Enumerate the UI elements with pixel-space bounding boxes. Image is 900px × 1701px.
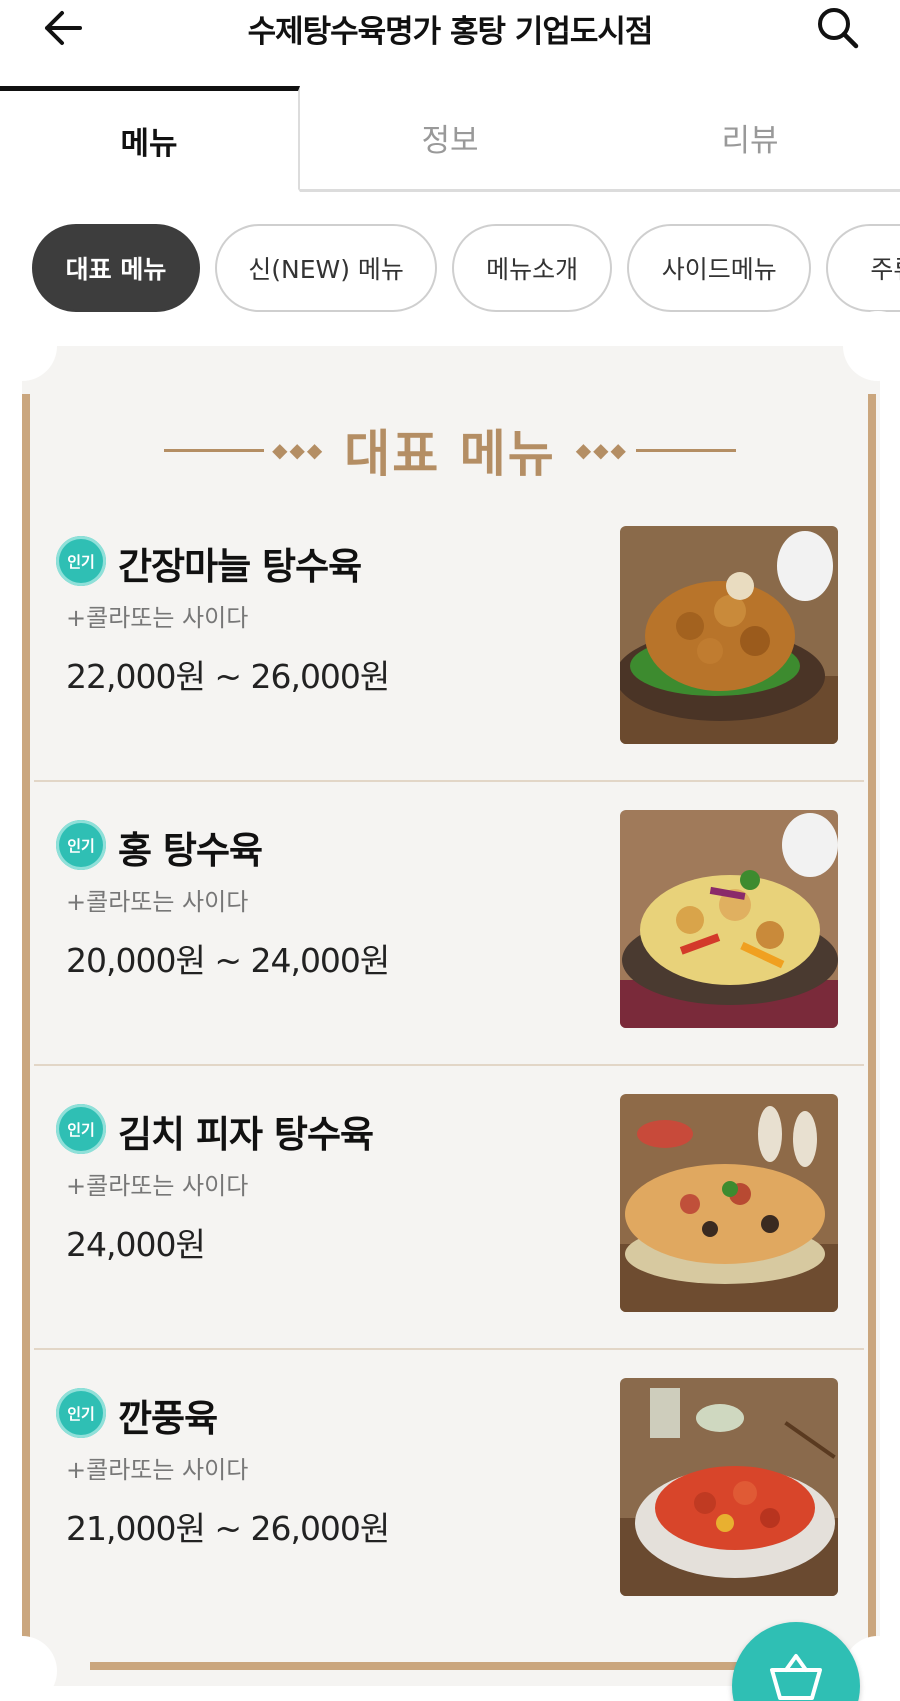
arrow-left-icon — [45, 11, 82, 45]
menu-item-name: 간장마늘 탕수육 — [118, 545, 362, 588]
menu-item-name: 김치 피자 탕수육 — [118, 1113, 374, 1156]
menu-item-price: 22,000원 ~ 26,000원 — [66, 657, 390, 696]
menu-item[interactable]: 인기 깐풍육 +콜라또는 사이다 21,000원 ~ 26,000원 — [34, 1378, 864, 1662]
back-button[interactable] — [34, 2, 90, 54]
frame-border-right — [868, 394, 876, 1664]
menu-item-photo — [620, 1378, 838, 1596]
decorative-diamonds: ◆◆◆ — [272, 438, 325, 462]
page-title: 수제탕수육명가 홍탕 기업도시점 — [247, 14, 654, 50]
menu-item-description: +콜라또는 사이다 — [66, 1456, 249, 1484]
frame-border-bottom — [90, 1662, 802, 1670]
item-divider — [34, 1064, 864, 1066]
decorative-line — [164, 448, 265, 452]
app-header: 수제탕수육명가 홍탕 기업도시점 — [0, 0, 900, 64]
tab-reviews[interactable]: 리뷰 — [600, 86, 900, 189]
menu-item-description: +콜라또는 사이다 — [66, 1172, 249, 1200]
chip-new-menu[interactable]: 신(NEW) 메뉴 — [215, 224, 438, 312]
menu-item[interactable]: 인기 홍 탕수육 +콜라또는 사이다 20,000원 ~ 24,000원 — [34, 810, 864, 1094]
menu-item-description: +콜라또는 사이다 — [66, 604, 249, 632]
menu-card: ◆◆◆ 대표 메뉴 ◆◆◆ 인기 간장마늘 탕수육 +콜라또는 사이다 22,0… — [0, 311, 900, 1701]
item-divider — [34, 1348, 864, 1350]
menu-item[interactable]: 인기 간장마늘 탕수육 +콜라또는 사이다 22,000원 ~ 26,000원 — [34, 526, 864, 810]
tab-menu[interactable]: 메뉴 — [0, 86, 300, 192]
section-heading: ◆◆◆ 대표 메뉴 ◆◆◆ — [150, 414, 750, 486]
menu-item-price: 24,000원 — [66, 1225, 206, 1264]
menu-item-name: 깐풍육 — [118, 1397, 218, 1440]
menu-item-description: +콜라또는 사이다 — [66, 888, 249, 916]
section-title: 대표 메뉴 — [344, 425, 556, 483]
menu-item-photo — [620, 810, 838, 1028]
menu-item[interactable]: 인기 김치 피자 탕수육 +콜라또는 사이다 24,000원 — [34, 1094, 864, 1378]
search-button[interactable] — [810, 2, 866, 54]
chip-signature-menu[interactable]: 대표 메뉴 — [32, 224, 200, 312]
category-chips: 대표 메뉴 신(NEW) 메뉴 메뉴소개 사이드메뉴 주류메뉴 — [0, 224, 900, 314]
frame-border-left — [22, 394, 30, 1664]
menu-item-price: 21,000원 ~ 26,000원 — [66, 1509, 390, 1548]
chip-menu-intro[interactable]: 메뉴소개 — [452, 224, 613, 312]
tab-info[interactable]: 정보 — [300, 86, 600, 189]
popular-badge: 인기 — [56, 536, 106, 586]
chip-drinks-menu[interactable]: 주류메뉴 — [826, 224, 900, 312]
popular-badge: 인기 — [56, 820, 106, 870]
decorative-line — [635, 448, 736, 452]
menu-item-name: 홍 탕수육 — [118, 829, 263, 872]
item-divider — [34, 780, 864, 782]
popular-badge: 인기 — [56, 1104, 106, 1154]
chip-side-menu[interactable]: 사이드메뉴 — [627, 224, 812, 312]
menu-item-price: 20,000원 ~ 24,000원 — [66, 941, 390, 980]
tab-bar: 메뉴 정보 리뷰 — [0, 86, 900, 192]
menu-item-photo — [620, 1094, 838, 1312]
search-icon — [818, 8, 859, 49]
popular-badge: 인기 — [56, 1388, 106, 1438]
decorative-diamonds: ◆◆◆ — [575, 438, 628, 462]
shopping-basket-icon — [770, 1654, 822, 1700]
menu-item-photo — [620, 526, 838, 744]
